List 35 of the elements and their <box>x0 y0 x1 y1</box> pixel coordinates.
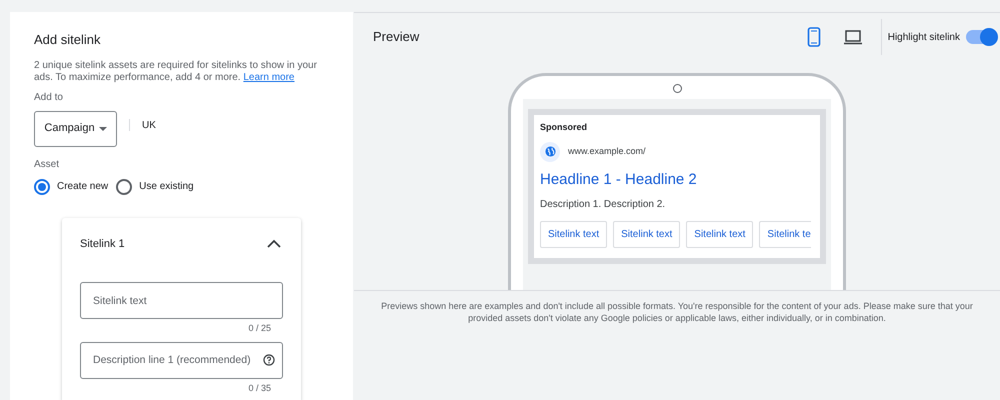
panel-title: Add sitelink <box>34 31 102 49</box>
ad-description: Description 1. Description 2. <box>540 198 666 212</box>
intro-text: 2 unique sitelink assets are required for sitelinks to show in your ads. To maximize performance, add 4 or more. Learn more <box>34 60 318 84</box>
chevron-icon <box>267 239 281 248</box>
ad-headline[interactable]: Headline 1 - Headline 2 <box>540 168 820 191</box>
camera-icon <box>672 84 682 93</box>
preview-title: Preview <box>373 28 420 46</box>
asset-radio-option[interactable]: Use existing <box>116 178 194 194</box>
sitelink-chip[interactable]: Sitelink text <box>686 221 754 248</box>
text-field[interactable]: Sitelink text <box>80 282 283 319</box>
sitelink-chip[interactable]: Sitelink text <box>540 221 608 248</box>
globe-icon <box>540 142 560 162</box>
ad-url: www.example.com/ <box>568 144 646 158</box>
learn-more-link[interactable]: Learn more <box>243 72 294 82</box>
character-counter: 0 / 35 <box>248 382 271 394</box>
asset-radio-option[interactable]: Create new <box>34 178 108 194</box>
highlight-label: Highlight sitelink <box>888 30 960 44</box>
sponsored-label: Sponsored <box>540 121 588 134</box>
character-counter: 0 / 25 <box>248 322 271 335</box>
campaign-dropdown[interactable]: Campaign <box>34 110 117 146</box>
disclaimer-text: Previews shown here are examples and don't include all possible formats. You're responsible for the content of your ads. Please make sure that your provided assets don't violate any Google policies or applicable laws, either individually, or in combination. <box>380 300 974 324</box>
help-icon <box>263 354 275 366</box>
laptop-icon <box>842 29 863 45</box>
sitelink-chip[interactable]: Sitelink text <box>613 221 680 248</box>
campaign-name: UK <box>142 118 156 132</box>
card-title: Sitelink 1 <box>80 236 125 252</box>
collapse-button[interactable] <box>265 237 283 250</box>
sitelink-chip[interactable]: Sitelink te <box>759 221 811 248</box>
radio-button[interactable] <box>116 178 132 194</box>
add-to-label: Add to <box>34 90 64 104</box>
text-field[interactable]: Description line 1 (recommended) <box>80 342 283 378</box>
phone-icon <box>806 27 821 47</box>
asset-label: Asset <box>34 158 60 172</box>
caret-icon <box>98 126 107 130</box>
radio-button[interactable] <box>34 178 50 194</box>
